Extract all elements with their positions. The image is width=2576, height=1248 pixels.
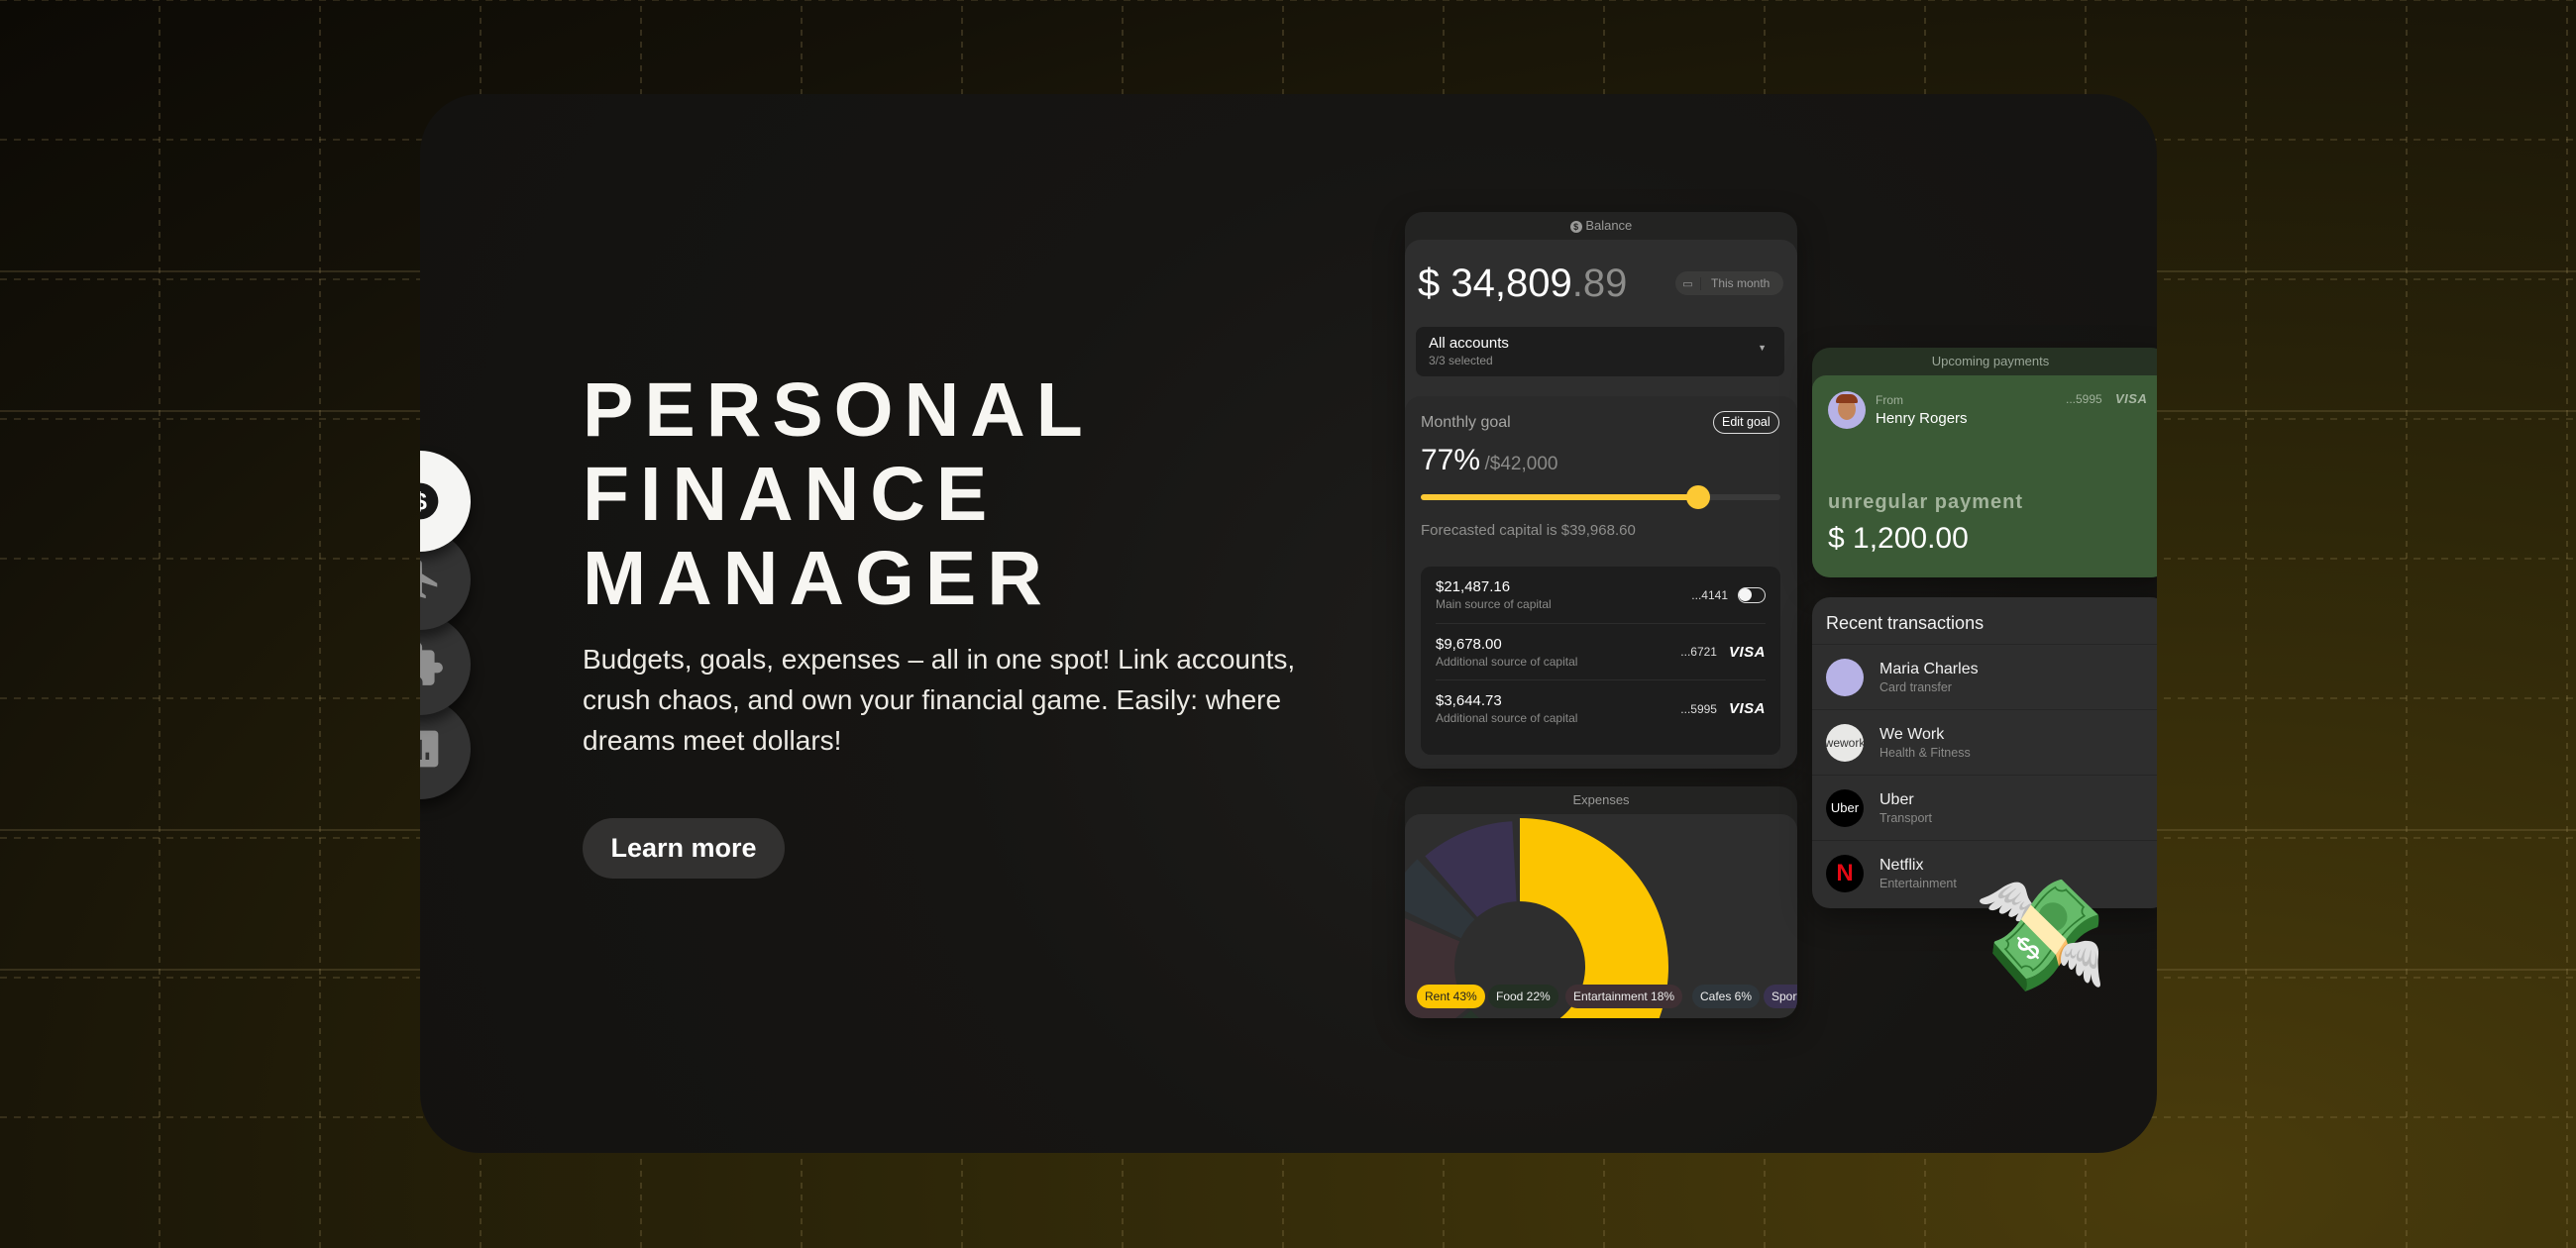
legend-chip-cafes[interactable]: Cafes 6% — [1692, 985, 1761, 1008]
from-label: From — [1876, 393, 1903, 407]
payment-amount: $ 1,200.00 — [1828, 522, 1969, 555]
legend-chip-rent[interactable]: Rent 43% — [1417, 985, 1485, 1008]
payment-type: unregular payment — [1828, 491, 2024, 513]
visa-logo: VISA — [1728, 700, 1766, 717]
capital-source-row[interactable]: $21,487.16 Main source of capital ...4141 — [1436, 567, 1766, 623]
expenses-card: Expenses Rent 43% Food 22% Entartainment 1… — [1405, 786, 1797, 1018]
expenses-caption: Expenses — [1572, 792, 1630, 807]
transaction-name: Netflix — [1879, 856, 1924, 874]
accounts-label: All accounts — [1429, 335, 1509, 352]
henry-avatar — [1828, 391, 1866, 429]
payer-name: Henry Rogers — [1876, 410, 1968, 427]
chevron-down-icon: ▼ — [1758, 343, 1767, 353]
transaction-category: Transport — [1879, 810, 1933, 825]
title-line: FINANCE — [583, 452, 999, 537]
sources-list: $21,487.16 Main source of capital ...4141 $… — [1421, 567, 1780, 755]
title-line: PERSONAL — [583, 367, 1094, 453]
goal-value: 77% /$42,000 — [1421, 444, 1557, 477]
transaction-item[interactable]: wework We Work Health & Fitness — [1812, 709, 2157, 775]
source-label: Additional source of capital — [1436, 711, 1578, 725]
goal-progress-fill — [1421, 494, 1698, 500]
hero-card: PERSONAL FINANCE MANAGER Budgets, goals,… — [420, 94, 2157, 1153]
transaction-name: We Work — [1879, 725, 1945, 743]
card-number: ...6721 — [1680, 645, 1717, 659]
transaction-category: Health & Fitness — [1879, 745, 1971, 760]
visa-logo: VISA — [1728, 643, 1766, 661]
upcoming-payment-item[interactable]: From Henry Rogers ...5995 VISA unregular… — [1812, 375, 2157, 577]
puzzle-icon — [420, 640, 445, 689]
hero-description: Budgets, goals, expenses – all in one sp… — [583, 644, 1296, 756]
edit-goal-button[interactable]: Edit goal — [1713, 411, 1779, 434]
transaction-category: Card transfer — [1879, 679, 1952, 694]
goal-target: /$42,000 — [1484, 454, 1558, 474]
airplane-icon — [420, 557, 443, 602]
source-amount: $9,678.00 — [1436, 635, 1502, 653]
goal-progress-slider[interactable] — [1421, 485, 1780, 509]
learn-more-button[interactable]: Learn more — [583, 818, 785, 879]
svg-text:$: $ — [420, 487, 427, 515]
title-line: MANAGER — [583, 536, 1053, 621]
slider-handle[interactable] — [1685, 485, 1710, 509]
card-number: ...5995 — [2066, 392, 2102, 406]
transaction-category: Entertainment — [1879, 876, 1957, 890]
dollar-icon: $ — [420, 481, 440, 521]
source-label: Additional source of capital — [1436, 654, 1578, 669]
legend-chip-entartainment[interactable]: Entartainment 18% — [1565, 985, 1683, 1008]
source-amount: $21,487.16 — [1436, 578, 1511, 595]
goal-label: Monthly goal — [1421, 414, 1511, 431]
dollar-icon: $ — [1569, 221, 1582, 233]
balance-caption-text: Balance — [1585, 218, 1633, 233]
period-label: This month — [1711, 276, 1771, 290]
balance-card: $ Balance $ 34,809.89 ▭ This month All a… — [1405, 212, 1797, 769]
transaction-name: Uber — [1879, 790, 1914, 808]
upcoming-caption: Upcoming payments — [1931, 354, 2050, 368]
transactions-list: Maria Charles Card transfer wework We Work H… — [1812, 644, 2157, 905]
card-number: ...4141 — [1691, 587, 1728, 602]
flying-money-icon: 💸 — [1973, 875, 2109, 996]
uber-logo-icon: Uber — [1826, 788, 1864, 827]
goal-percent: 77% — [1421, 444, 1481, 476]
maria-avatar — [1826, 658, 1864, 696]
capital-source-row[interactable]: $3,644.73 Additional source of capital...… — [1436, 679, 1766, 737]
recent-transactions-card: Recent transactions Maria Charles Card tr… — [1812, 597, 2157, 908]
bar-chart-icon — [420, 727, 442, 771]
netflix-logo-icon: N — [1826, 854, 1864, 892]
legend-chip-food[interactable]: Food 22% — [1488, 985, 1558, 1008]
upcoming-payments-card: Upcoming payments From Henry Rogers ...5… — [1812, 348, 2157, 577]
transaction-name: Maria Charles — [1879, 660, 1979, 677]
accounts-sub: 3/3 selected — [1429, 354, 1493, 367]
calendar-icon: ▭ — [1675, 276, 1701, 290]
amount-cents: .89 — [1571, 261, 1628, 305]
expenses-chart: Rent 43% Food 22% Entartainment 18% Cafes 6… — [1405, 814, 1797, 1018]
accounts-dropdown[interactable]: All accounts 3/3 selected ▼ — [1416, 327, 1784, 376]
source-amount: $3,644.73 — [1436, 692, 1502, 709]
balance-caption: $ Balance — [1405, 212, 1797, 240]
card-number: ...5995 — [1680, 701, 1717, 716]
page-title: PERSONAL FINANCE MANAGER — [583, 368, 1094, 621]
expenses-legend: Rent 43% Food 22% Entartainment 18% Cafes 6… — [1417, 985, 1797, 1008]
transaction-item[interactable]: Uber Uber Transport — [1812, 775, 2157, 840]
transactions-title: Recent transactions — [1826, 613, 1985, 633]
source-label: Main source of capital — [1436, 597, 1552, 611]
amount-main: $ 34,809 — [1418, 261, 1572, 305]
source-toggle[interactable] — [1738, 586, 1766, 603]
visa-logo: VISA — [2115, 391, 2148, 406]
forecast-text: Forecasted capital is $39,968.60 — [1421, 522, 1636, 539]
nav-button-dollar[interactable]: $ — [420, 451, 471, 552]
legend-chip-sport[interactable]: Sport — [1764, 985, 1797, 1008]
transaction-item[interactable]: Maria Charles Card transfer — [1812, 644, 2157, 709]
balance-amount: $ 34,809.89 — [1418, 261, 1627, 306]
period-selector[interactable]: ▭ This month — [1675, 271, 1783, 295]
capital-source-row[interactable]: $9,678.00 Additional source of capital...… — [1436, 623, 1766, 679]
wework-logo-icon: wework — [1826, 723, 1864, 762]
goal-section: Monthly goal Edit goal 77% /$42,000 Fore… — [1405, 396, 1797, 769]
